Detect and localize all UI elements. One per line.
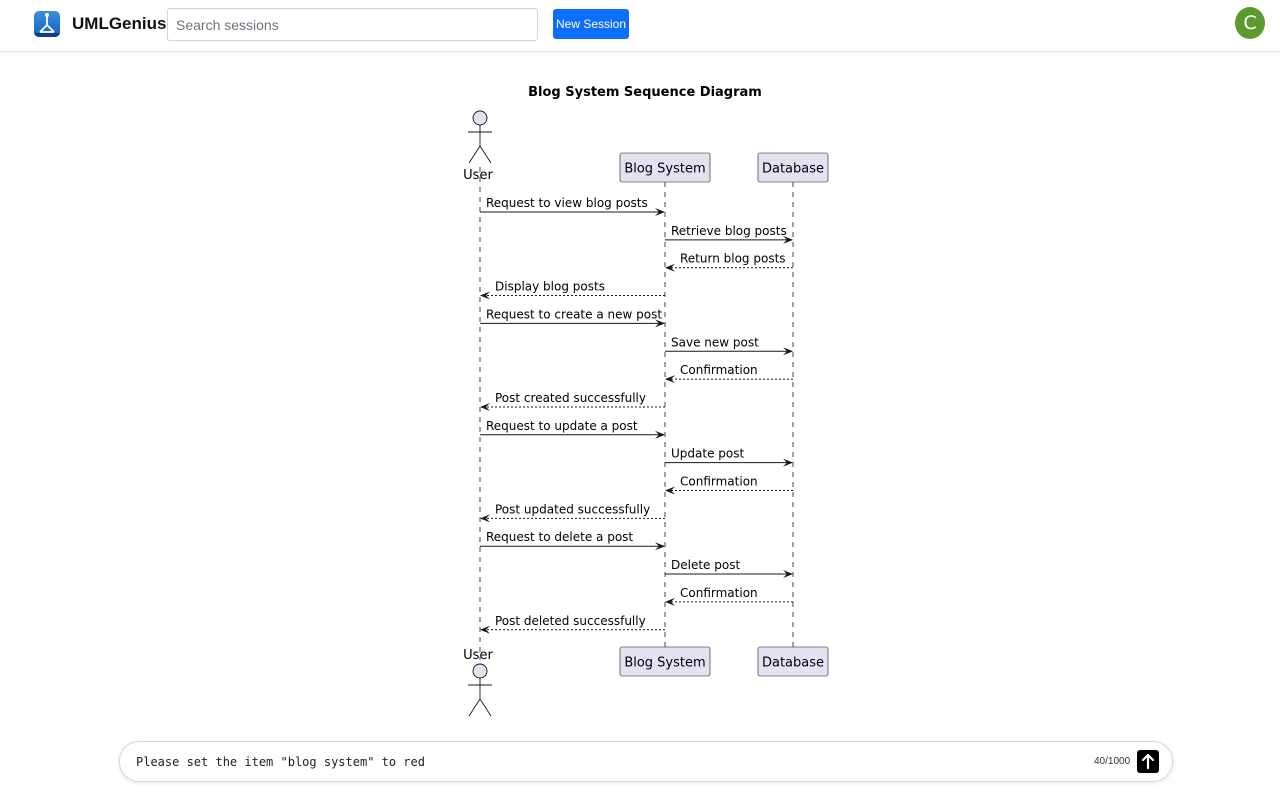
message-label: Post deleted successfully bbox=[495, 614, 646, 628]
message-label: Confirmation bbox=[680, 475, 758, 489]
message-label: Confirmation bbox=[680, 363, 758, 377]
message-label: Request to create a new post bbox=[486, 307, 662, 321]
diagram-canvas: Blog System Sequence Diagram User Blog Sy… bbox=[0, 60, 1280, 740]
message-label: Display blog posts bbox=[495, 280, 605, 294]
message-label: Update post bbox=[671, 447, 744, 461]
message-label: Return blog posts bbox=[680, 252, 786, 266]
participant-database-bottom[interactable]: Database bbox=[757, 646, 829, 677]
message-16[interactable]: Post deleted successfully bbox=[480, 614, 665, 634]
actor-body-icon bbox=[468, 678, 492, 717]
message-7[interactable]: Confirmation bbox=[665, 363, 793, 384]
message-1[interactable]: Request to view blog posts bbox=[480, 196, 665, 216]
message-label: Post updated successfully bbox=[495, 502, 650, 516]
actor-user-top[interactable]: User bbox=[463, 110, 493, 183]
message-label: Retrieve blog posts bbox=[671, 224, 787, 238]
diagram-title: Blog System Sequence Diagram bbox=[528, 85, 762, 100]
message-12[interactable]: Post updated successfully bbox=[480, 502, 665, 523]
message-9[interactable]: Request to update a post bbox=[480, 419, 665, 439]
message-4[interactable]: Display blog posts bbox=[480, 280, 665, 300]
participant-blog-system-top[interactable]: Blog System bbox=[619, 152, 711, 183]
search-sessions-input[interactable] bbox=[167, 8, 538, 41]
participant-label: Blog System bbox=[624, 162, 705, 177]
message-label: Delete post bbox=[671, 558, 740, 572]
message-6[interactable]: Save new post bbox=[665, 335, 793, 356]
top-navbar: UMLGenius New Session C bbox=[0, 0, 1280, 52]
participant-label: Database bbox=[762, 162, 824, 177]
participant-label: Database bbox=[762, 656, 824, 671]
message-label: Save new post bbox=[671, 335, 759, 349]
actor-label: User bbox=[463, 648, 493, 663]
message-11[interactable]: Confirmation bbox=[665, 475, 793, 495]
message-label: Request to view blog posts bbox=[486, 196, 648, 210]
send-button[interactable] bbox=[1137, 750, 1159, 773]
message-14[interactable]: Delete post bbox=[665, 558, 793, 579]
message-label: Confirmation bbox=[680, 586, 758, 600]
message-10[interactable]: Update post bbox=[665, 447, 793, 467]
sequence-diagram: Blog System Sequence Diagram User Blog Sy… bbox=[463, 85, 829, 717]
actor-head-icon bbox=[472, 110, 488, 126]
participant-database-top[interactable]: Database bbox=[757, 152, 829, 183]
message-13[interactable]: Request to delete a post bbox=[480, 530, 665, 551]
actor-body-icon bbox=[468, 125, 492, 164]
actor-user-bottom[interactable]: User bbox=[463, 648, 493, 717]
chat-input[interactable] bbox=[136, 750, 1036, 774]
actor-head-icon bbox=[472, 663, 488, 679]
actor-label: User bbox=[463, 168, 493, 183]
arrow-up-icon bbox=[1141, 753, 1155, 770]
message-label: Post created successfully bbox=[495, 391, 646, 405]
message-2[interactable]: Retrieve blog posts bbox=[665, 224, 793, 244]
message-label: Request to update a post bbox=[486, 419, 638, 433]
user-avatar[interactable]: C bbox=[1235, 7, 1265, 39]
message-8[interactable]: Post created successfully bbox=[480, 391, 665, 411]
app-name[interactable]: UMLGenius bbox=[72, 14, 166, 34]
character-counter: 40/1000 bbox=[1094, 756, 1131, 767]
app-logo-icon[interactable] bbox=[34, 11, 60, 37]
message-15[interactable]: Confirmation bbox=[665, 586, 793, 606]
message-3[interactable]: Return blog posts bbox=[665, 252, 793, 272]
chat-bar: 40/1000 bbox=[119, 741, 1173, 782]
new-session-button[interactable]: New Session bbox=[553, 9, 629, 39]
message-5[interactable]: Request to create a new post bbox=[480, 307, 665, 328]
message-label: Request to delete a post bbox=[486, 530, 633, 544]
participant-label: Blog System bbox=[624, 656, 705, 671]
participant-blog-system-bottom[interactable]: Blog System bbox=[619, 646, 711, 677]
